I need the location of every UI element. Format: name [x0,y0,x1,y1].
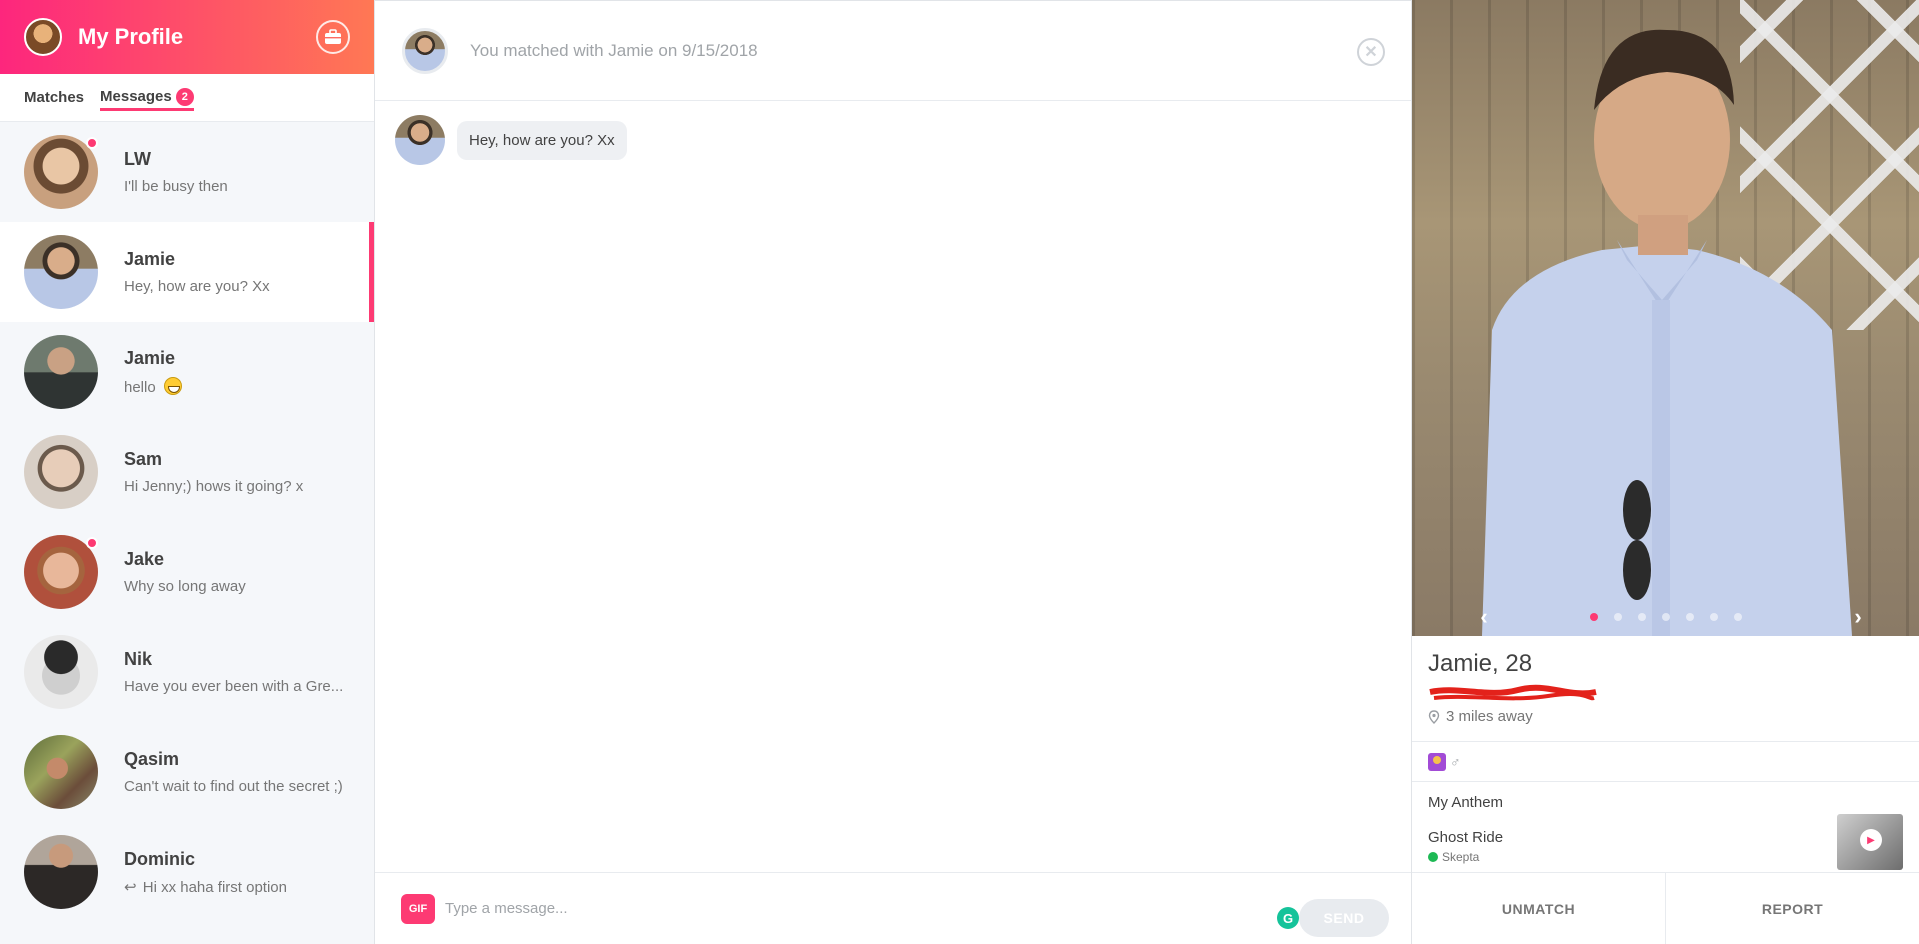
song-title: Ghost Ride [1428,829,1504,846]
person-emoji-icon [1428,752,1446,771]
message-bubble: Hey, how are you? Xx [457,120,627,160]
conversation-preview: ↩ Hi xx haha first option [124,878,354,896]
message-thread: Hey, how are you? Xx [375,101,1411,179]
messages-count-badge: 2 [175,88,194,106]
conversation-preview: I'll be busy then [124,178,228,195]
profile-header[interactable]: My Profile [0,0,374,74]
tab-matches[interactable]: Matches [24,85,84,110]
sender-avatar[interactable] [395,115,445,165]
conversation-item-selected[interactable]: Jamie Hey, how are you? Xx [0,222,374,322]
conversation-item[interactable]: Sam Hi Jenny;) hows it going? x [0,422,374,522]
distance-text: 3 miles away [1446,708,1533,725]
gif-button[interactable]: GIF [401,893,435,924]
avatar [24,735,98,809]
conversation-preview: Hi Jenny;) hows it going? x [124,478,304,495]
tab-matches-label: Matches [24,89,85,106]
profile-actions: UNMATCH REPORT [1412,872,1919,944]
unread-indicator [86,137,98,149]
avatar [24,535,98,609]
album-art[interactable]: ▶ [1837,814,1903,870]
profile-info: Jamie, 28 3 miles away [1412,636,1919,742]
photo-dot[interactable] [1734,613,1742,621]
send-button[interactable]: SEND [1299,899,1389,937]
reply-arrow-icon: ↩ [124,878,137,896]
conversation-item[interactable]: LW I'll be busy then [0,122,374,222]
sidebar: My Profile Matches Messages 2 LW I'll be… [0,0,375,944]
conversation-item[interactable]: Dominic ↩ Hi xx haha first option [0,822,374,922]
matched-date-text: You matched with Jamie on 9/15/2018 [470,40,758,60]
report-button[interactable]: REPORT [1665,873,1919,944]
message-row: Hey, how are you? Xx [395,115,1391,165]
avatar [24,435,98,509]
conversation-preview: hello [124,377,354,396]
conversation-preview: Can't wait to find out the secret ;) [124,778,343,795]
conversation-item[interactable]: Nik Have you ever been with a Gre... [0,622,374,722]
bio-emoji-row: ♂ [1412,742,1919,782]
tab-messages-label: Messages [100,88,172,105]
avatar [24,635,98,709]
message-composer: GIF G SEND [375,872,1411,944]
profile-name-age: Jamie, 28 [1428,650,1533,677]
redacted-job-line [1428,684,1598,702]
avatar [24,835,98,909]
photo-dot[interactable] [1638,613,1646,621]
conversation-preview-text: hello [124,379,156,396]
briefcase-icon[interactable] [316,20,350,54]
unread-indicator [86,537,98,549]
conversation-name: LW [124,149,151,169]
conversation-name: Nik [124,649,153,669]
artist-line: Skepta [1428,850,1903,864]
app-window: My Profile Matches Messages 2 LW I'll be… [0,0,1919,944]
conversation-item[interactable]: Qasim Can't wait to find out the secret … [0,722,374,822]
tabs: Matches Messages 2 [0,74,374,122]
grammarly-icon[interactable]: G [1277,907,1299,929]
avatar [24,135,98,209]
conversation-preview-text: Hi xx haha first option [142,878,287,896]
profile-photo[interactable]: ‹ › [1412,0,1919,636]
conversation-item[interactable]: Jamie hello [0,322,374,422]
profile-title[interactable]: My Profile [78,24,316,50]
photo-pagination [1412,613,1919,621]
match-avatar[interactable] [402,27,448,74]
my-profile-avatar[interactable] [24,18,62,56]
profile-panel: ‹ › Jamie, 28 3 miles away ♂ My Anthem G… [1411,0,1919,944]
grinning-face-emoji-icon [163,377,182,395]
anthem-title: My Anthem [1428,794,1504,811]
location-pin-icon [1428,709,1440,724]
photo-dot[interactable] [1662,613,1670,621]
chat-panel: You matched with Jamie on 9/15/2018 ✕ He… [375,0,1411,944]
spotify-icon [1428,852,1438,862]
conversation-list: LW I'll be busy then Jamie Hey, how are … [0,122,374,922]
profile-photo-person [1482,29,1852,636]
male-symbol-icon: ♂ [1450,753,1461,770]
conversation-name: Qasim [124,749,180,769]
photo-dot[interactable] [1710,613,1718,621]
anthem-section: My Anthem Ghost Ride Skepta ▶ [1412,782,1919,872]
conversation-preview: Why so long away [124,578,246,595]
conversation-preview: Hey, how are you? Xx [124,278,270,295]
chat-header: You matched with Jamie on 9/15/2018 ✕ [375,1,1411,101]
conversation-name: Sam [124,449,163,469]
avatar [24,335,98,409]
distance-info: 3 miles away [1428,708,1903,725]
unmatch-button[interactable]: UNMATCH [1412,873,1665,944]
artist-name: Skepta [1442,850,1480,864]
conversation-name: Dominic [124,848,196,869]
play-icon[interactable]: ▶ [1860,829,1882,851]
photo-dot[interactable] [1686,613,1694,621]
conversation-preview: Have you ever been with a Gre... [124,678,344,695]
tab-messages[interactable]: Messages 2 [100,84,194,111]
avatar [24,235,98,309]
conversation-name: Jake [124,549,165,569]
close-icon[interactable]: ✕ [1357,38,1385,66]
photo-dot[interactable] [1590,613,1598,621]
conversation-name: Jamie [124,348,176,368]
conversation-name: Jamie [124,249,176,269]
photo-dot[interactable] [1614,613,1622,621]
conversation-item[interactable]: Jake Why so long away [0,522,374,622]
message-input[interactable] [445,900,1245,917]
